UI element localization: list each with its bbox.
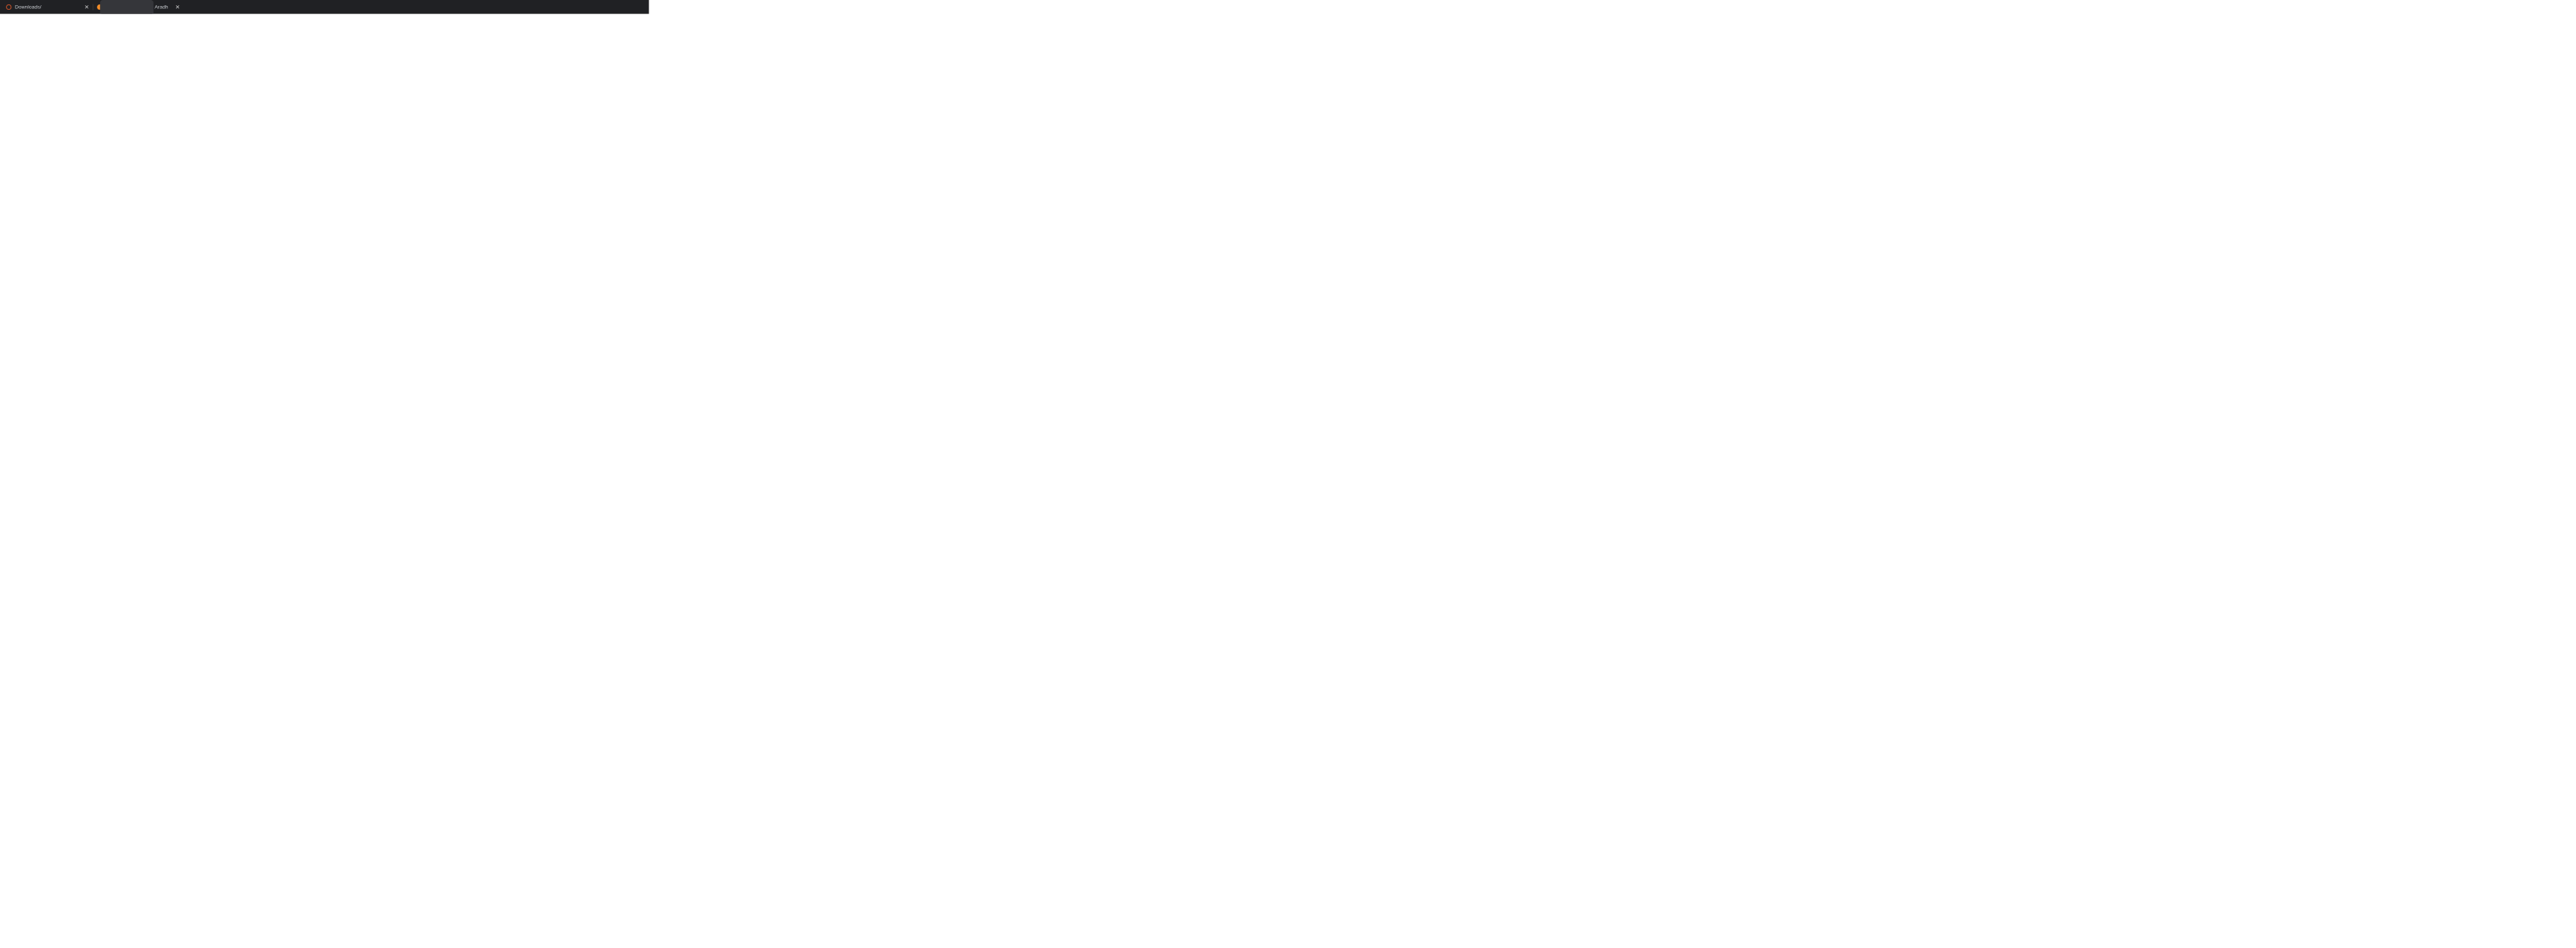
- close-icon[interactable]: ✕: [84, 4, 89, 10]
- tab-downloads[interactable]: Downloads/ ✕: [3, 0, 92, 14]
- tab-favicon: [6, 4, 12, 10]
- tab-review-submission-history[interactable]: [100, 0, 154, 14]
- close-icon[interactable]: ✕: [175, 4, 180, 10]
- screen: Downloads/ ✕ TSA - Assignment 2 - Aradh …: [0, 0, 649, 365]
- tab-title: Downloads/: [14, 4, 42, 10]
- browser-tab-strip: Downloads/ ✕ TSA - Assignment 2 - Aradh …: [0, 0, 649, 14]
